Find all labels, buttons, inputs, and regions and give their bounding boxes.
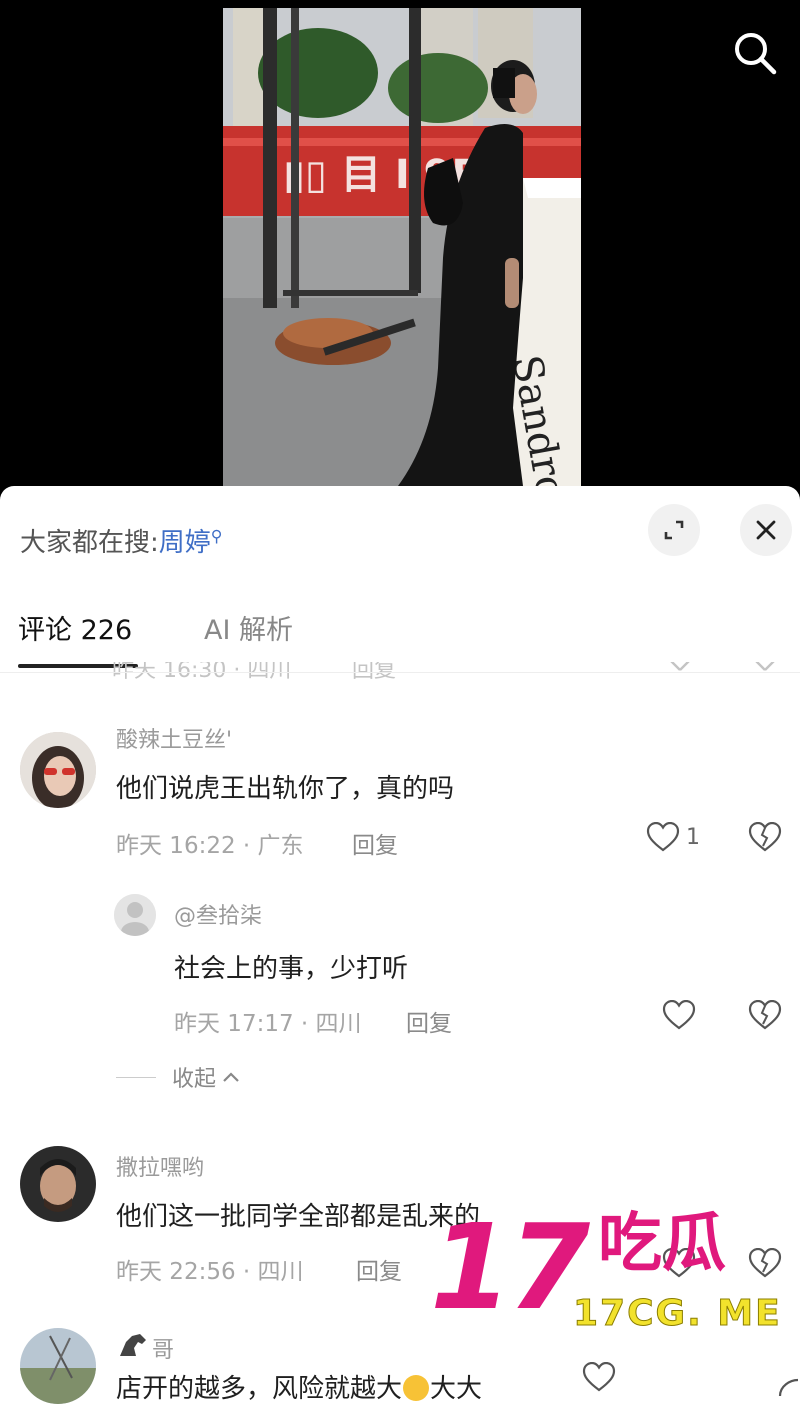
hot-search-term[interactable]: 周婷 (159, 528, 211, 558)
dislike-button[interactable] (748, 1247, 782, 1282)
small-search-icon: ⚲ (210, 526, 223, 546)
avatar-image (20, 1328, 96, 1404)
comments-sheet: 大家都在搜:周婷⚲ 评论 226 AI 解析 昨天 16:30 · 四川 回复 (0, 486, 800, 1428)
tabs-divider (0, 672, 800, 673)
like-button[interactable] (662, 1000, 696, 1030)
broken-heart-icon (748, 999, 782, 1030)
heart-icon (662, 1248, 696, 1278)
reply-button[interactable]: 回复 (356, 1252, 402, 1286)
expand-button[interactable] (648, 504, 700, 556)
truncated-comment-row: 昨天 16:30 · 四川 回复 (112, 662, 792, 684)
tab-ai-analysis[interactable]: AI 解析 (204, 608, 293, 647)
avatar-image (20, 1146, 96, 1222)
reply-meta: 昨天 17:17 · 四川 (174, 1011, 362, 1037)
chevron-up-icon (223, 1072, 239, 1082)
broken-heart-icon (748, 1247, 782, 1278)
collapse-replies-button[interactable]: 收起 (116, 1061, 240, 1093)
collapse-label: 收起 (172, 1067, 217, 1092)
crying-laugh-emoji-icon (403, 1375, 430, 1401)
like-button[interactable]: 1 (646, 822, 700, 852)
dislike-button[interactable] (778, 1376, 800, 1410)
hot-search-bar[interactable]: 大家都在搜:周婷⚲ (20, 522, 223, 559)
hot-search-prefix: 大家都在搜: (20, 528, 159, 558)
heart-icon (646, 822, 680, 852)
horse-icon (120, 1334, 146, 1356)
dislike-button[interactable] (748, 821, 782, 856)
heart-icon (582, 1362, 616, 1392)
heart-icon[interactable] (665, 662, 695, 672)
comment-text: 他们说虎王出轨你了，真的吗 (116, 774, 455, 804)
comment-username[interactable]: 酸辣土豆丝' (116, 722, 232, 754)
broken-heart-icon (748, 821, 782, 852)
comment-text: 他们这一批同学全部都是乱来的 (116, 1202, 481, 1232)
avatar[interactable] (20, 1328, 96, 1404)
close-button[interactable] (740, 504, 792, 556)
comment-meta: 昨天 16:22 · 广东 (116, 833, 304, 859)
close-icon (756, 520, 776, 540)
video-area[interactable]: ▮▯ 目 Ⅰ 9E Sandro (0, 0, 800, 488)
reply-button[interactable]: 回复 (352, 826, 398, 860)
dislike-button[interactable] (748, 999, 782, 1034)
avatar-image (20, 732, 96, 808)
broken-heart-icon (778, 1378, 799, 1397)
reply-button[interactable]: 回复 (406, 1004, 452, 1038)
broken-heart-icon[interactable] (750, 662, 780, 672)
avatar[interactable] (20, 732, 96, 808)
reply-username[interactable]: @叁拾柒 (174, 898, 262, 930)
truncated-meta: 昨天 16:30 · 四川 (112, 662, 292, 683)
default-avatar-icon (114, 894, 156, 936)
avatar[interactable] (20, 1146, 96, 1222)
truncated-reply[interactable]: 回复 (352, 662, 396, 684)
comment-meta: 昨天 22:56 · 四川 (116, 1259, 304, 1285)
comment-text-main: 店开的越多，风险就越大 (116, 1374, 403, 1404)
heart-icon (662, 1000, 696, 1030)
reply-text: 社会上的事，少打听 (174, 954, 409, 984)
comment-text-suffix: 大大 (430, 1374, 483, 1404)
divider-line (116, 1076, 156, 1078)
comment-username[interactable]: 撒拉嘿哟 (116, 1150, 204, 1182)
video-frame[interactable]: ▮▯ 目 Ⅰ 9E Sandro (223, 8, 581, 486)
search-button[interactable] (730, 28, 780, 78)
video-scene: ▮▯ 目 Ⅰ 9E Sandro (223, 8, 581, 486)
like-button[interactable] (582, 1362, 616, 1392)
comment-username[interactable]: 哥 (152, 1332, 174, 1364)
avatar[interactable] (114, 894, 156, 936)
tab-comments[interactable]: 评论 226 (18, 608, 132, 647)
search-icon (735, 33, 777, 75)
like-count: 1 (686, 824, 700, 850)
expand-icon (664, 520, 684, 540)
comment-text: 店开的越多，风险就越大 大大 (116, 1368, 482, 1405)
like-button[interactable] (662, 1248, 696, 1278)
